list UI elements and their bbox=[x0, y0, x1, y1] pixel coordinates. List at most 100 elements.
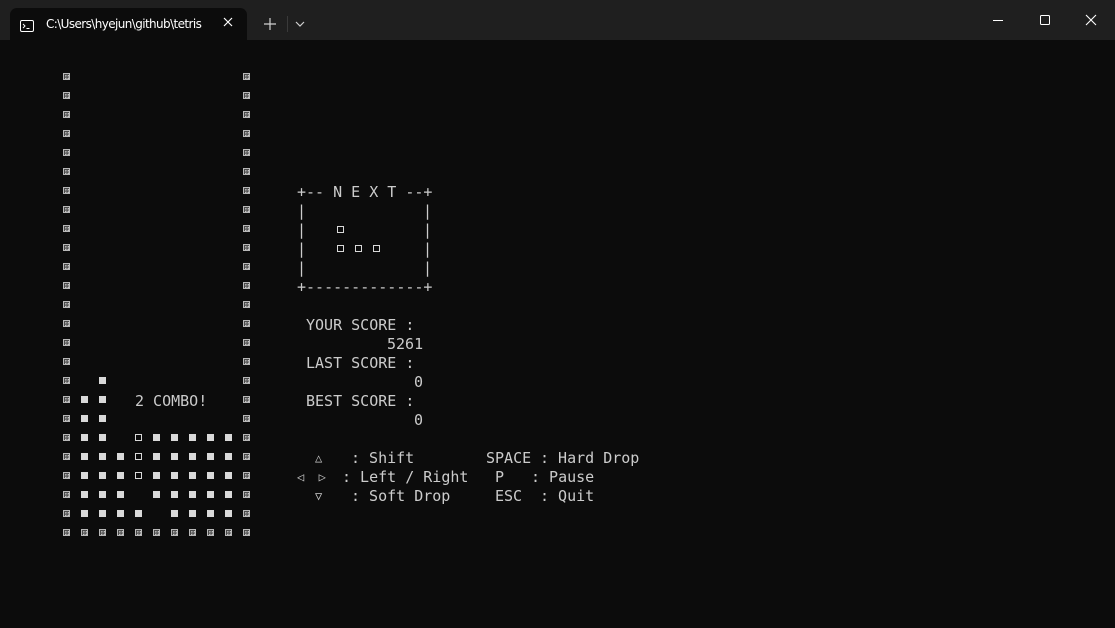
shift-help: : Shift bbox=[351, 449, 415, 467]
best-score-value: 0 bbox=[414, 411, 424, 429]
wall-block bbox=[58, 315, 76, 334]
soft-drop-help: : Soft Drop bbox=[351, 487, 451, 505]
minimize-button[interactable] bbox=[975, 0, 1021, 40]
next-piece-block bbox=[332, 240, 350, 259]
wall-block bbox=[58, 201, 76, 220]
wall-block bbox=[130, 524, 148, 543]
wall-block bbox=[238, 372, 256, 391]
left-right-arrow-icon: ◁ ▷ bbox=[297, 470, 326, 484]
tab-close-icon[interactable] bbox=[220, 14, 236, 30]
wall-block bbox=[238, 163, 256, 182]
maximize-button[interactable] bbox=[1022, 0, 1068, 40]
wall-block bbox=[58, 239, 76, 258]
stacked-block bbox=[148, 486, 166, 505]
wall-block bbox=[58, 505, 76, 524]
esc-key-label: ESC bbox=[495, 487, 523, 505]
stacked-block bbox=[184, 486, 202, 505]
close-button[interactable] bbox=[1068, 0, 1114, 40]
wall-block bbox=[58, 144, 76, 163]
wall-block bbox=[58, 258, 76, 277]
stacked-block bbox=[220, 467, 238, 486]
wall-block bbox=[238, 524, 256, 543]
wall-block bbox=[58, 125, 76, 144]
falling-block bbox=[130, 429, 148, 448]
next-box-bottom: +-------------+ bbox=[297, 278, 433, 296]
wall-block bbox=[58, 182, 76, 201]
stacked-block bbox=[220, 505, 238, 524]
tab-terminal[interactable]: C:\Users\hyejun\github\tetris bbox=[10, 8, 247, 40]
stacked-block bbox=[220, 429, 238, 448]
stacked-block bbox=[94, 467, 112, 486]
pause-help: : Pause bbox=[531, 468, 595, 486]
stacked-block bbox=[220, 448, 238, 467]
hard-drop-help: : Hard Drop bbox=[540, 449, 640, 467]
stacked-block bbox=[94, 486, 112, 505]
maximize-icon bbox=[1040, 15, 1050, 25]
stacked-block bbox=[94, 429, 112, 448]
stacked-block bbox=[76, 391, 94, 410]
stacked-block bbox=[112, 467, 130, 486]
stacked-block bbox=[76, 467, 94, 486]
wall-block bbox=[58, 391, 76, 410]
wall-block bbox=[238, 334, 256, 353]
console-area[interactable]: 2 COMBO! +-- N E X T --+ | | | | | | | |… bbox=[0, 40, 1115, 628]
next-box-right-border: | bbox=[423, 202, 433, 220]
wall-block bbox=[220, 524, 238, 543]
wall-block bbox=[238, 467, 256, 486]
wall-block bbox=[202, 524, 220, 543]
plus-icon bbox=[264, 18, 276, 30]
wall-block bbox=[76, 524, 94, 543]
next-box-left-border: | bbox=[297, 221, 307, 239]
tab-separator bbox=[287, 16, 288, 32]
your-score-value: 5261 bbox=[387, 335, 424, 353]
wall-block bbox=[58, 220, 76, 239]
stacked-block bbox=[94, 372, 112, 391]
stacked-block bbox=[94, 410, 112, 429]
next-box-top: +-- N E X T --+ bbox=[297, 183, 433, 201]
next-piece-block bbox=[350, 240, 368, 259]
stacked-block bbox=[76, 505, 94, 524]
new-tab-button[interactable] bbox=[258, 12, 282, 36]
next-box-right-border: | bbox=[423, 259, 433, 277]
terminal-window: C:\Users\hyejun\github\tetris 2 COMBO! +… bbox=[0, 0, 1115, 628]
wall-block bbox=[238, 296, 256, 315]
next-box-left-border: | bbox=[297, 240, 307, 258]
wall-block bbox=[238, 182, 256, 201]
tab-title: C:\Users\hyejun\github\tetris bbox=[46, 17, 202, 31]
stacked-block bbox=[76, 410, 94, 429]
last-score-label: LAST SCORE : bbox=[306, 354, 415, 372]
wall-block bbox=[148, 524, 166, 543]
wall-block bbox=[238, 106, 256, 125]
next-box-left-border: | bbox=[297, 259, 307, 277]
stacked-block bbox=[166, 448, 184, 467]
stacked-block bbox=[202, 448, 220, 467]
down-arrow-icon: ▽ bbox=[315, 489, 323, 503]
wall-block bbox=[58, 68, 76, 87]
space-key-label: SPACE bbox=[486, 449, 532, 467]
stacked-block bbox=[112, 448, 130, 467]
left-right-help: : Left / Right bbox=[342, 468, 469, 486]
wall-block bbox=[166, 524, 184, 543]
wall-block bbox=[238, 505, 256, 524]
last-score-value: 0 bbox=[414, 373, 424, 391]
next-piece-block bbox=[368, 240, 386, 259]
tab-dropdown-button[interactable] bbox=[290, 12, 310, 36]
wall-block bbox=[58, 277, 76, 296]
up-arrow-icon: △ bbox=[315, 451, 323, 465]
stacked-block bbox=[94, 391, 112, 410]
wall-block bbox=[238, 277, 256, 296]
wall-block bbox=[58, 334, 76, 353]
stacked-block bbox=[112, 505, 130, 524]
wall-block bbox=[112, 524, 130, 543]
best-score-label: BEST SCORE : bbox=[306, 392, 415, 410]
p-key-label: P bbox=[495, 468, 505, 486]
wall-block bbox=[238, 258, 256, 277]
terminal-icon bbox=[20, 17, 34, 32]
wall-block bbox=[58, 524, 76, 543]
falling-block bbox=[130, 448, 148, 467]
close-icon bbox=[1085, 14, 1097, 26]
next-box-left-border: | bbox=[297, 202, 307, 220]
stacked-block bbox=[166, 429, 184, 448]
stacked-block bbox=[202, 467, 220, 486]
stacked-block bbox=[112, 486, 130, 505]
